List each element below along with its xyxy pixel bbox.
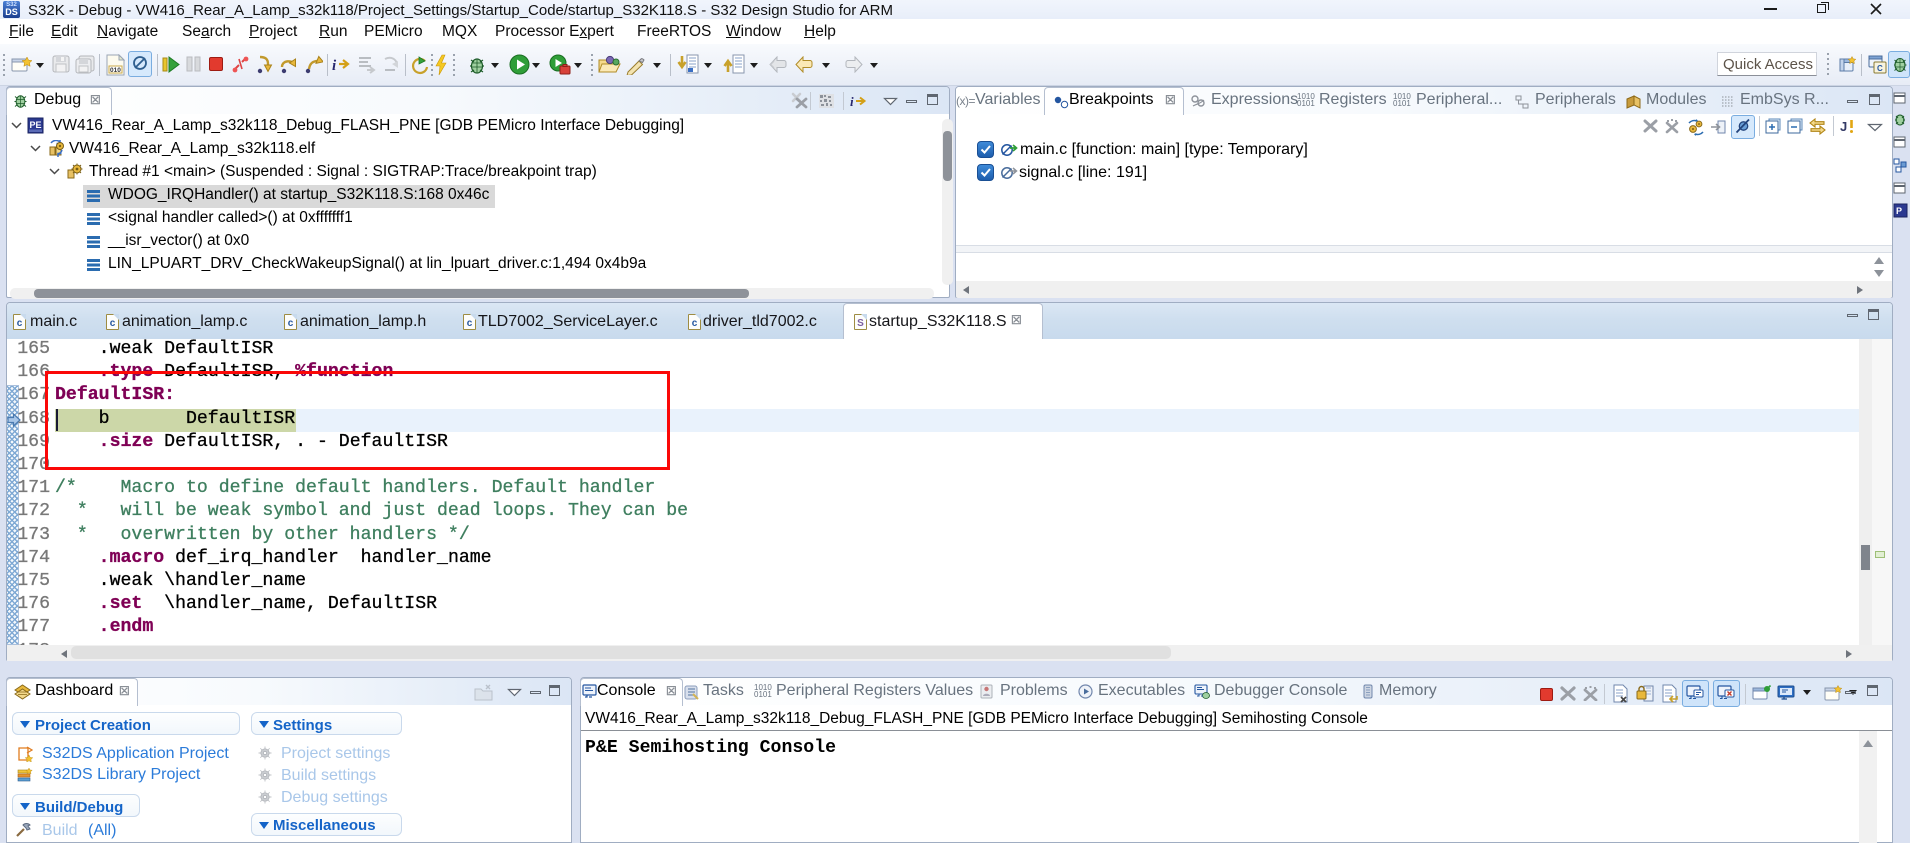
svg-text:PE: PE bbox=[30, 120, 42, 130]
svg-text:i: i bbox=[850, 94, 854, 109]
svg-text:P: P bbox=[1896, 206, 1902, 216]
svg-text:C: C bbox=[1877, 64, 1883, 73]
svg-text:010: 010 bbox=[110, 67, 121, 74]
svg-text:J: J bbox=[1840, 119, 1847, 134]
svg-text:i: i bbox=[332, 58, 337, 74]
